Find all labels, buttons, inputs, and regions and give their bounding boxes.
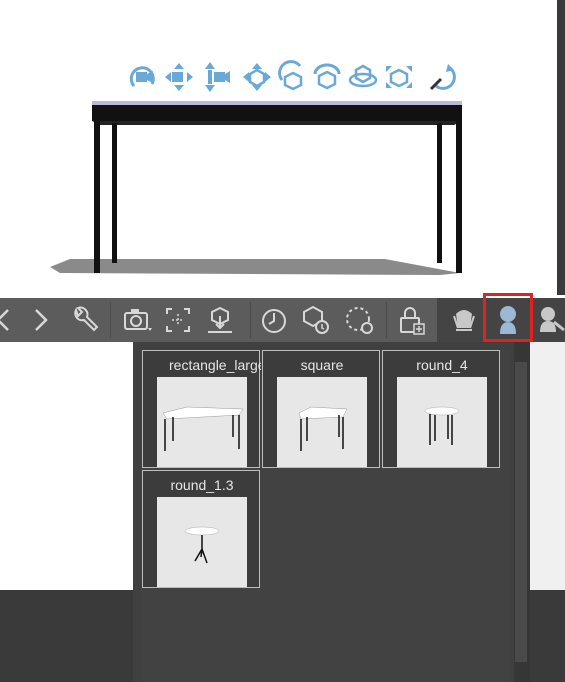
timer-icon[interactable] bbox=[256, 302, 292, 338]
preset-thumbnail bbox=[277, 377, 367, 467]
panel-edge bbox=[557, 0, 565, 295]
frame-icon[interactable] bbox=[160, 302, 196, 338]
material-popup: rectangle_large square round_4 round_1.3 bbox=[133, 342, 530, 682]
preset-label: rectangle_large bbox=[169, 357, 261, 373]
preset-thumbnail bbox=[157, 497, 247, 587]
wrench-icon[interactable] bbox=[66, 302, 102, 338]
hand-pose-icon[interactable] bbox=[446, 302, 482, 338]
separator bbox=[110, 302, 111, 338]
reset-icon[interactable] bbox=[426, 60, 460, 94]
preset-thumbnail bbox=[397, 377, 487, 467]
gizmo-bar bbox=[126, 60, 466, 98]
3d-canvas[interactable]: rectangle_large square round_4 round_1.3 bbox=[0, 0, 565, 682]
rotate-object-icon[interactable] bbox=[276, 60, 310, 94]
popup-scrollbar-thumb[interactable] bbox=[515, 362, 527, 662]
preset-tile-round-4[interactable]: round_4 bbox=[382, 350, 500, 468]
camera-icon[interactable] bbox=[120, 302, 156, 338]
preset-thumbnail bbox=[157, 377, 247, 467]
hand-figure-icon[interactable] bbox=[534, 302, 565, 338]
object-settings-icon[interactable] bbox=[298, 302, 334, 338]
rotate-y-icon[interactable] bbox=[346, 60, 380, 94]
rotate-dashed-icon[interactable] bbox=[342, 302, 378, 338]
lock-add-icon[interactable] bbox=[394, 302, 430, 338]
rotate-view-icon[interactable] bbox=[310, 60, 344, 94]
table-model[interactable] bbox=[40, 95, 470, 280]
preset-tile-rectangle-large[interactable]: rectangle_large bbox=[142, 350, 261, 468]
previous-icon[interactable] bbox=[0, 302, 22, 338]
pan-horizontal-icon[interactable] bbox=[162, 60, 196, 94]
tool-bar bbox=[0, 298, 565, 342]
preset-label: square bbox=[300, 357, 344, 373]
popup-side-area bbox=[530, 342, 565, 590]
preset-tile-round-1-3[interactable]: round_1.3 bbox=[142, 470, 260, 588]
separator bbox=[250, 302, 251, 338]
next-icon[interactable] bbox=[24, 302, 60, 338]
preset-label: round_4 bbox=[416, 357, 468, 373]
scale-icon[interactable] bbox=[382, 60, 416, 94]
pan-vertical-icon[interactable] bbox=[198, 60, 232, 94]
preset-tile-square[interactable]: square bbox=[262, 350, 380, 468]
place-on-ground-icon[interactable] bbox=[202, 302, 238, 338]
separator bbox=[386, 302, 387, 338]
highlight-box bbox=[483, 293, 533, 342]
move-object-icon[interactable] bbox=[240, 60, 274, 94]
rotate-camera-icon[interactable] bbox=[126, 60, 160, 94]
preset-label: round_1.3 bbox=[170, 477, 234, 493]
